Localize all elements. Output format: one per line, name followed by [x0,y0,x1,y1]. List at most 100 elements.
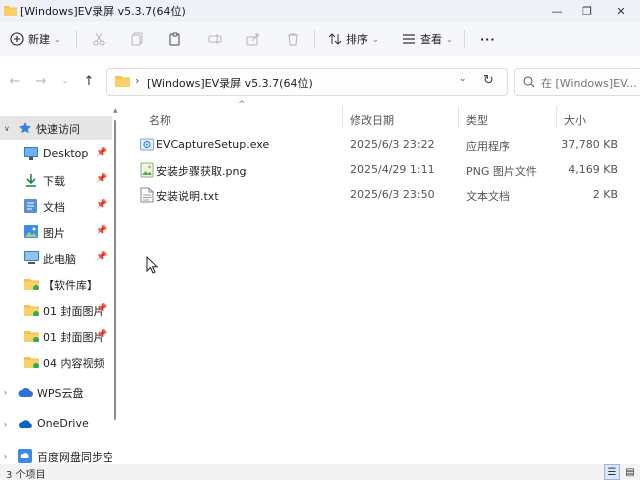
sidebar-item-label: 此电脑 [43,253,76,266]
maximize-button[interactable]: ❐ [570,0,604,22]
search-icon [523,76,535,88]
new-label: 新建 [28,33,50,46]
minimize-icon: — [551,4,563,18]
file-name: EVCaptureSetup.exe [156,138,270,151]
sort-button[interactable]: 排序 ⌄ [328,28,379,50]
toolbar-divider [464,30,465,48]
table-row[interactable]: EVCaptureSetup.exe 2025/6/3 23:22 应用程序 3… [136,133,622,157]
up-button[interactable]: ↑ [80,72,98,90]
sidebar-item-desktop[interactable]: Desktop 📌 [0,142,112,166]
sidebar-item-cover-images-1[interactable]: 01 封面图片 📌 [0,298,112,322]
column-divider[interactable] [458,106,459,128]
pin-icon[interactable]: 📌 [96,226,107,236]
arrow-left-icon: ← [9,73,21,89]
file-type: PNG 图片文件 [466,165,537,178]
folder-icon [115,76,130,87]
minimize-button[interactable]: — [540,0,574,22]
sidebar-scrollbar[interactable]: ▲ [113,106,118,464]
column-header-name[interactable]: 名称 [149,112,171,128]
pin-icon[interactable]: 📌 [96,304,107,314]
pin-icon[interactable]: 📌 [96,174,107,184]
sort-ascending-icon: ^ [238,100,246,110]
sidebar-item-cover-images-2[interactable]: 01 封面图片 📌 [0,324,112,348]
sidebar-item-label: 04 内容视频 [43,357,105,370]
chevron-right-icon[interactable]: › [4,452,7,461]
folder-icon [24,357,39,368]
paste-button[interactable] [168,28,182,50]
sidebar-item-downloads[interactable]: 下载 📌 [0,168,112,192]
details-view-button[interactable]: ☰ [604,464,620,480]
chevron-down-icon[interactable]: ⌄ [459,74,467,84]
folder-icon [24,279,39,290]
file-type: 文本文档 [466,190,510,203]
close-button[interactable]: ✕ [604,0,638,22]
file-date: 2025/6/3 23:22 [350,138,435,151]
recent-button[interactable]: ⌄ [56,72,74,90]
folder-icon [24,331,39,342]
back-button[interactable]: ← [6,72,24,90]
scrollbar-thumb[interactable] [114,120,116,420]
baidu-icon [18,449,32,463]
pin-icon[interactable]: 📌 [96,252,107,262]
share-button[interactable] [246,28,260,50]
sidebar-item-wps-cloud[interactable]: › WPS云盘 [0,380,112,404]
sidebar-item-content-videos[interactable]: 04 内容视频 [0,350,112,374]
new-button[interactable]: 新建 ⌄ [10,28,61,50]
column-divider[interactable] [556,106,557,128]
sidebar-item-onedrive[interactable]: › OneDrive [0,412,112,436]
file-type: 应用程序 [466,140,510,153]
share-icon [246,33,259,46]
table-row[interactable]: 安装步骤获取.png 2025/4/29 1:11 PNG 图片文件 4,169… [136,158,622,182]
file-size: 4,169 KB [568,163,618,176]
search-box[interactable]: 在 [Windows]EV... [514,68,640,96]
chevron-down-icon[interactable]: ∨ [4,124,10,133]
refresh-icon[interactable]: ↻ [483,73,494,88]
column-divider[interactable] [342,106,343,128]
file-size: 37,780 KB [561,138,618,151]
picture-icon [24,225,38,238]
chevron-right-icon[interactable]: › [4,388,7,397]
cloud-icon [18,387,33,397]
scroll-up-arrow[interactable]: ▲ [113,108,118,114]
cut-button[interactable] [92,28,106,50]
chevron-down-icon: ⌄ [446,34,453,44]
address-bar[interactable]: › [Windows]EV录屏 v5.3.7(64位) ⌄ ↻ [106,68,508,96]
sidebar-item-pictures[interactable]: 图片 📌 [0,220,112,244]
document-icon [24,199,37,213]
view-button[interactable]: 查看 ⌄ [402,28,453,50]
chevron-down-icon: ⌄ [372,34,379,44]
breadcrumb-current[interactable]: [Windows]EV录屏 v5.3.7(64位) [147,75,313,91]
more-button[interactable]: ··· [480,28,496,50]
pin-icon[interactable]: 📌 [96,148,107,158]
item-count: 3 个项目 [6,470,46,481]
file-name: 安装说明.txt [156,190,219,203]
sort-icon [328,33,342,45]
pin-icon[interactable]: 📌 [96,330,107,340]
download-icon [26,174,36,187]
delete-button[interactable] [286,28,300,50]
forward-button[interactable]: → [32,72,50,90]
clipboard-icon [169,32,180,46]
file-date: 2025/4/29 1:11 [350,163,435,176]
rename-icon [208,34,222,44]
sidebar-item-label: Desktop [43,147,89,160]
toolbar-divider [76,30,77,48]
search-input[interactable]: 在 [Windows]EV... [541,75,637,91]
rename-button[interactable] [208,28,222,50]
chevron-right-icon[interactable]: › [4,420,7,429]
column-header-type[interactable]: 类型 [466,112,488,128]
pin-icon[interactable]: 📌 [96,200,107,210]
copy-button[interactable] [130,28,144,50]
column-header-size[interactable]: 大小 [564,112,586,128]
sidebar-item-software-library[interactable]: 【软件库】 [0,272,112,296]
chevron-down-icon: ⌄ [61,76,69,86]
column-header-date[interactable]: 修改日期 [350,112,394,128]
tiles-view-button[interactable]: ▤ [622,464,638,480]
computer-icon [24,251,39,264]
sidebar-item-documents[interactable]: 文档 📌 [0,194,112,218]
more-icon: ··· [480,32,496,46]
table-row[interactable]: 安装说明.txt 2025/6/3 23:50 文本文档 2 KB [136,183,622,207]
desktop-icon [24,147,38,160]
sidebar-item-this-pc[interactable]: 此电脑 📌 [0,246,112,270]
sidebar-item-quick-access[interactable]: ∨ 快速访问 [0,116,112,140]
